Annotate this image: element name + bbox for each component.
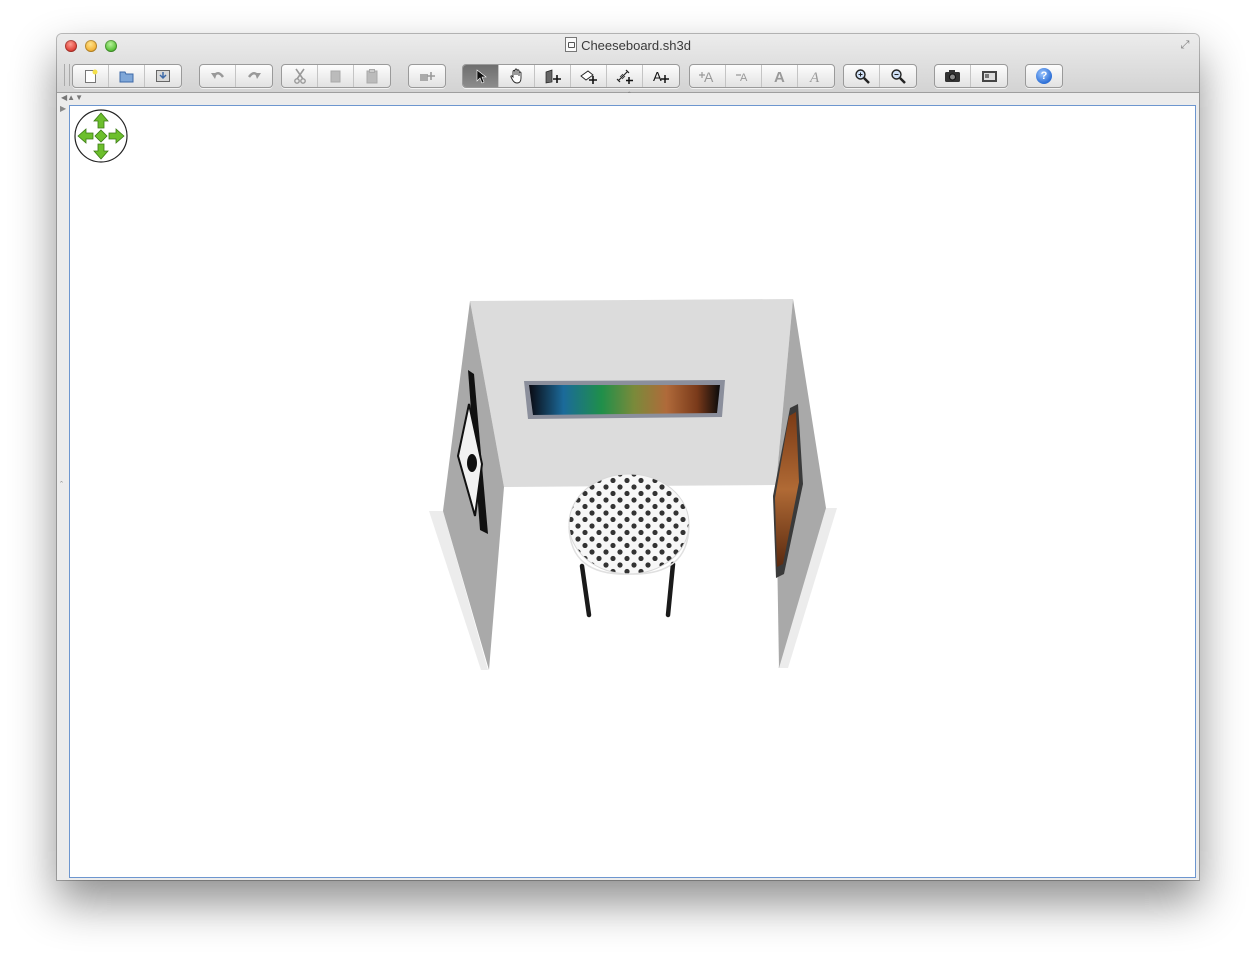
bold-text-button[interactable]: A	[762, 65, 798, 87]
add-text-button[interactable]: A	[643, 65, 679, 87]
italic-glyph: A	[809, 70, 820, 84]
expand-arrow-icon[interactable]: ▶	[60, 104, 66, 113]
increase-text-size-button[interactable]: A	[690, 65, 726, 87]
polka-dot-table	[568, 473, 690, 575]
create-walls-button[interactable]	[535, 65, 571, 87]
text-decrease-icon: A	[735, 72, 748, 84]
text-increase-icon: A	[698, 69, 714, 84]
app-window: Cheeseboard.sh3d ⤢ A A A A A ? ◀▲▼ ˆ ▶ ˆ	[57, 34, 1199, 880]
create-dimensions-icon	[616, 69, 633, 84]
pan-mode-button[interactable]	[499, 65, 535, 87]
cut-button[interactable]	[282, 65, 318, 87]
furniture-group	[408, 64, 446, 88]
wall-painting-strip	[524, 380, 725, 419]
hand-icon	[509, 68, 521, 84]
mode-group: A	[462, 64, 680, 88]
window-title: Cheeseboard.sh3d	[581, 38, 691, 53]
zoom-in-icon	[854, 69, 870, 84]
italic-text-button[interactable]: A	[798, 65, 834, 87]
add-furniture-button[interactable]	[409, 65, 445, 87]
redo-icon	[247, 72, 261, 79]
splitter-left-handle-icon[interactable]: ˆ	[60, 480, 63, 490]
zoom-out-button[interactable]	[880, 65, 916, 87]
help-button[interactable]: ?	[1026, 65, 1062, 87]
scissors-icon	[293, 68, 306, 84]
increase-text-glyph: A	[704, 69, 714, 84]
clipboard-group	[281, 64, 391, 88]
media-group	[934, 64, 1008, 88]
arrow-pointer-icon	[476, 68, 487, 83]
pane-splitter-top[interactable]: ◀▲▼ ˆ	[57, 91, 1199, 104]
decrease-text-size-button[interactable]: A	[726, 65, 762, 87]
undo-group	[199, 64, 273, 88]
create-video-button[interactable]	[971, 65, 1007, 87]
file-group	[72, 64, 182, 88]
add-furniture-icon	[420, 72, 435, 81]
decrease-text-glyph: A	[740, 72, 748, 84]
3d-view[interactable]	[69, 105, 1196, 878]
save-button[interactable]	[145, 65, 181, 87]
zoom-out-icon	[891, 69, 906, 84]
create-rooms-icon	[579, 69, 597, 84]
help-icon: ?	[1036, 68, 1052, 84]
help-group: ?	[1025, 64, 1063, 88]
text-style-group: A A A A	[689, 64, 835, 88]
camera-icon	[945, 70, 960, 82]
fullscreen-icon[interactable]: ⤢	[1179, 39, 1191, 51]
window-title-container: Cheeseboard.sh3d	[57, 37, 1199, 55]
open-folder-icon	[119, 71, 133, 83]
3d-room-scene	[429, 299, 837, 670]
add-text-glyph: A	[653, 69, 662, 84]
copy-button[interactable]	[318, 65, 354, 87]
undo-button[interactable]	[200, 65, 236, 87]
video-icon	[981, 71, 997, 82]
save-icon	[156, 70, 170, 82]
bold-icon: A	[774, 69, 785, 84]
italic-icon: A	[809, 70, 820, 84]
create-dimensions-button[interactable]	[607, 65, 643, 87]
undo-icon	[210, 72, 224, 79]
redo-button[interactable]	[236, 65, 272, 87]
select-mode-button[interactable]	[463, 65, 499, 87]
create-photo-button[interactable]	[935, 65, 971, 87]
create-walls-icon	[545, 69, 561, 83]
copy-icon	[330, 70, 340, 82]
bold-glyph: A	[774, 69, 785, 84]
toolbar-grip	[64, 64, 70, 86]
new-document-icon	[84, 69, 97, 83]
add-text-icon: A	[653, 69, 669, 84]
zoom-in-button[interactable]	[844, 65, 880, 87]
collapse-arrows-icon[interactable]: ◀▲▼	[61, 93, 83, 102]
title-bar: Cheeseboard.sh3d ⤢ A A A A A ?	[57, 34, 1199, 93]
create-rooms-button[interactable]	[571, 65, 607, 87]
open-button[interactable]	[109, 65, 145, 87]
pane-splitter-left[interactable]: ▶ ˆ	[57, 104, 69, 880]
document-icon	[565, 37, 578, 52]
toolbar: A A A A A ?	[57, 58, 1199, 92]
zoom-group	[843, 64, 917, 88]
new-home-button[interactable]	[73, 65, 109, 87]
paste-icon	[366, 68, 378, 83]
splitter-handle-icon[interactable]: ˆ	[628, 91, 631, 100]
paste-button[interactable]	[354, 65, 390, 87]
